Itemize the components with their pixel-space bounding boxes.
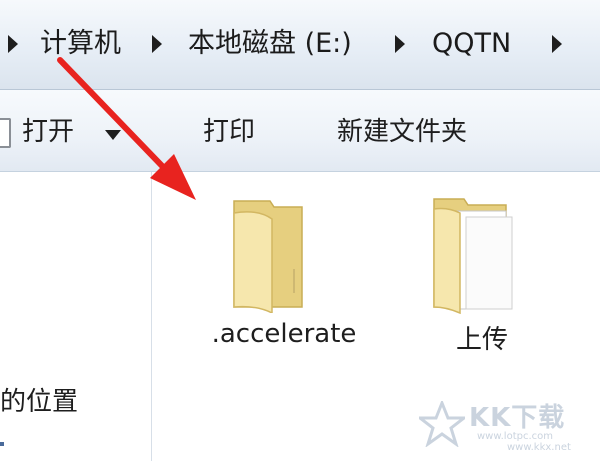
breadcrumb-computer[interactable]: 计算机 [40, 24, 121, 64]
breadcrumb-chevron-icon[interactable] [152, 35, 162, 53]
file-name-label: 上传 [455, 325, 508, 355]
breadcrumb-qqtn[interactable]: QQTN [432, 24, 511, 64]
open-button[interactable]: 打开 [22, 112, 74, 152]
breadcrumb-chevron-icon[interactable] [552, 35, 562, 53]
nav-item-recent-places[interactable]: 的位置 [0, 382, 78, 422]
open-icon[interactable] [0, 118, 11, 148]
breadcrumb-chevron-icon[interactable] [8, 35, 18, 53]
watermark-text: KK下载 [469, 403, 566, 433]
watermark: KK下载 www.lotpc.com www.kkx.net [419, 397, 594, 455]
empty-folder-icon [233, 200, 303, 313]
watermark-url-1: www.lotpc.com [477, 431, 553, 442]
command-toolbar: 打开 打印 新建文件夹 [0, 90, 600, 172]
breadcrumb-local-disk-e[interactable]: 本地磁盘 (E:) [188, 24, 352, 64]
star-logo-icon [419, 401, 465, 447]
watermark-url-2: www.kkx.net [507, 442, 571, 453]
nav-item-fragment [0, 442, 4, 446]
print-button[interactable]: 打印 [203, 112, 255, 152]
address-bar[interactable]: 计算机 本地磁盘 (E:) QQTN [0, 0, 600, 90]
folder-with-documents-icon [433, 198, 513, 315]
new-folder-button[interactable]: 新建文件夹 [337, 112, 467, 152]
dropdown-arrow-icon[interactable] [105, 130, 121, 140]
breadcrumb-chevron-icon[interactable] [395, 35, 405, 53]
file-name-label: .accelerate [211, 319, 357, 349]
navigation-pane: 的位置 [0, 172, 152, 461]
file-item-accelerate[interactable]: .accelerate [190, 185, 370, 360]
file-item-upload[interactable]: 上传 [412, 185, 552, 360]
